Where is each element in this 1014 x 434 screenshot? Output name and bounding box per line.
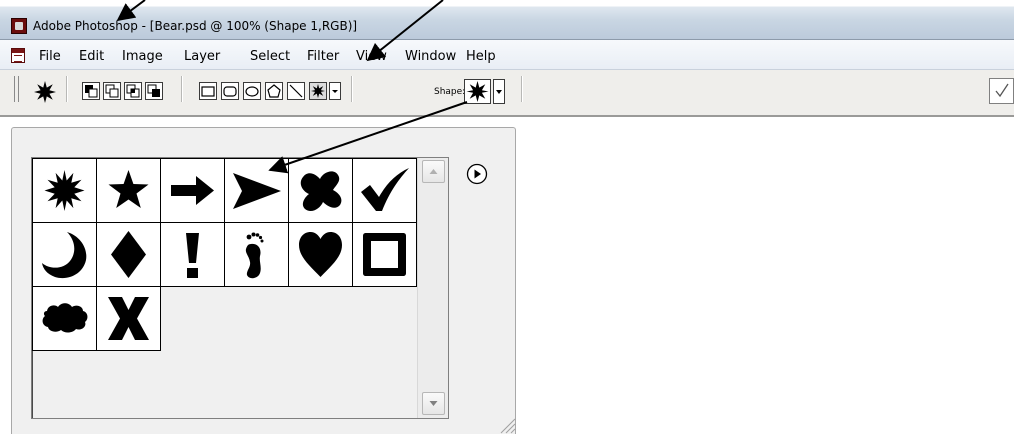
menu-layer[interactable]: Layer: [184, 50, 220, 64]
shape-cloud-icon[interactable]: [32, 286, 97, 351]
panel-menu-arrow-icon[interactable]: [465, 162, 489, 186]
rounded-rectangle-icon[interactable]: [221, 82, 239, 100]
shape-crescent-moon-icon[interactable]: [32, 222, 97, 287]
dropdown-arrow-icon[interactable]: [329, 82, 341, 100]
shape-checkmark-icon[interactable]: [352, 158, 417, 223]
resize-grip-icon[interactable]: [496, 414, 516, 434]
menu-edit[interactable]: Edit: [79, 50, 104, 64]
scroll-down-icon[interactable]: [422, 392, 445, 415]
ellipse-icon[interactable]: [243, 82, 261, 100]
shape-arrow-icon[interactable]: [160, 158, 225, 223]
shape-dropdown-arrow-icon[interactable]: [493, 79, 505, 104]
document-icon[interactable]: [11, 48, 25, 63]
window-title: Adobe Photoshop - [Bear.psd @ 100% (Shap…: [33, 19, 358, 33]
menu-bar: File Edit Image Layer Select Filter View…: [0, 40, 1014, 70]
custom-shape-icon[interactable]: [309, 82, 327, 100]
toolbar-grip[interactable]: [14, 76, 15, 102]
tool-preset-starburst-icon[interactable]: [33, 80, 57, 104]
line-icon[interactable]: [287, 82, 305, 100]
shape-footprint-icon[interactable]: [224, 222, 289, 287]
shape-grid-scrollbar[interactable]: [417, 158, 448, 418]
menu-image[interactable]: Image: [122, 50, 163, 64]
shape-label: Shape:: [434, 87, 466, 97]
polygon-icon[interactable]: [265, 82, 283, 100]
rectangle-icon[interactable]: [199, 82, 217, 100]
photoshop-icon[interactable]: [11, 18, 27, 34]
shape-splat-icon[interactable]: [288, 158, 353, 223]
shape-square-frame-icon[interactable]: [352, 222, 417, 287]
commit-checkmark-icon[interactable]: [989, 78, 1014, 104]
menu-help[interactable]: Help: [466, 50, 496, 64]
shape-heart-icon[interactable]: [288, 222, 353, 287]
shape-layers-icon[interactable]: [82, 82, 100, 100]
shape-star-icon[interactable]: [96, 158, 161, 223]
title-bar[interactable]: Adobe Photoshop - [Bear.psd @ 100% (Shap…: [0, 0, 1014, 40]
fill-pixels-icon[interactable]: [124, 82, 142, 100]
shape-starburst-icon[interactable]: [32, 158, 97, 223]
options-bar: Shape:: [0, 70, 1014, 117]
shape-x-mark-icon[interactable]: [96, 286, 161, 351]
menu-view[interactable]: View: [356, 50, 387, 64]
menu-file[interactable]: File: [39, 50, 61, 64]
shape-diamond-icon[interactable]: [96, 222, 161, 287]
toolbar-grip[interactable]: [18, 76, 19, 102]
combine-icon[interactable]: [145, 82, 163, 100]
paths-icon[interactable]: [103, 82, 121, 100]
shape-swatch-starburst-icon[interactable]: [464, 79, 491, 104]
menu-select[interactable]: Select: [250, 50, 290, 64]
menu-window[interactable]: Window: [405, 50, 456, 64]
shape-arrowhead-icon[interactable]: [224, 158, 289, 223]
scroll-up-icon[interactable]: [422, 160, 445, 183]
menu-filter[interactable]: Filter: [307, 50, 339, 64]
shape-exclamation-icon[interactable]: [160, 222, 225, 287]
